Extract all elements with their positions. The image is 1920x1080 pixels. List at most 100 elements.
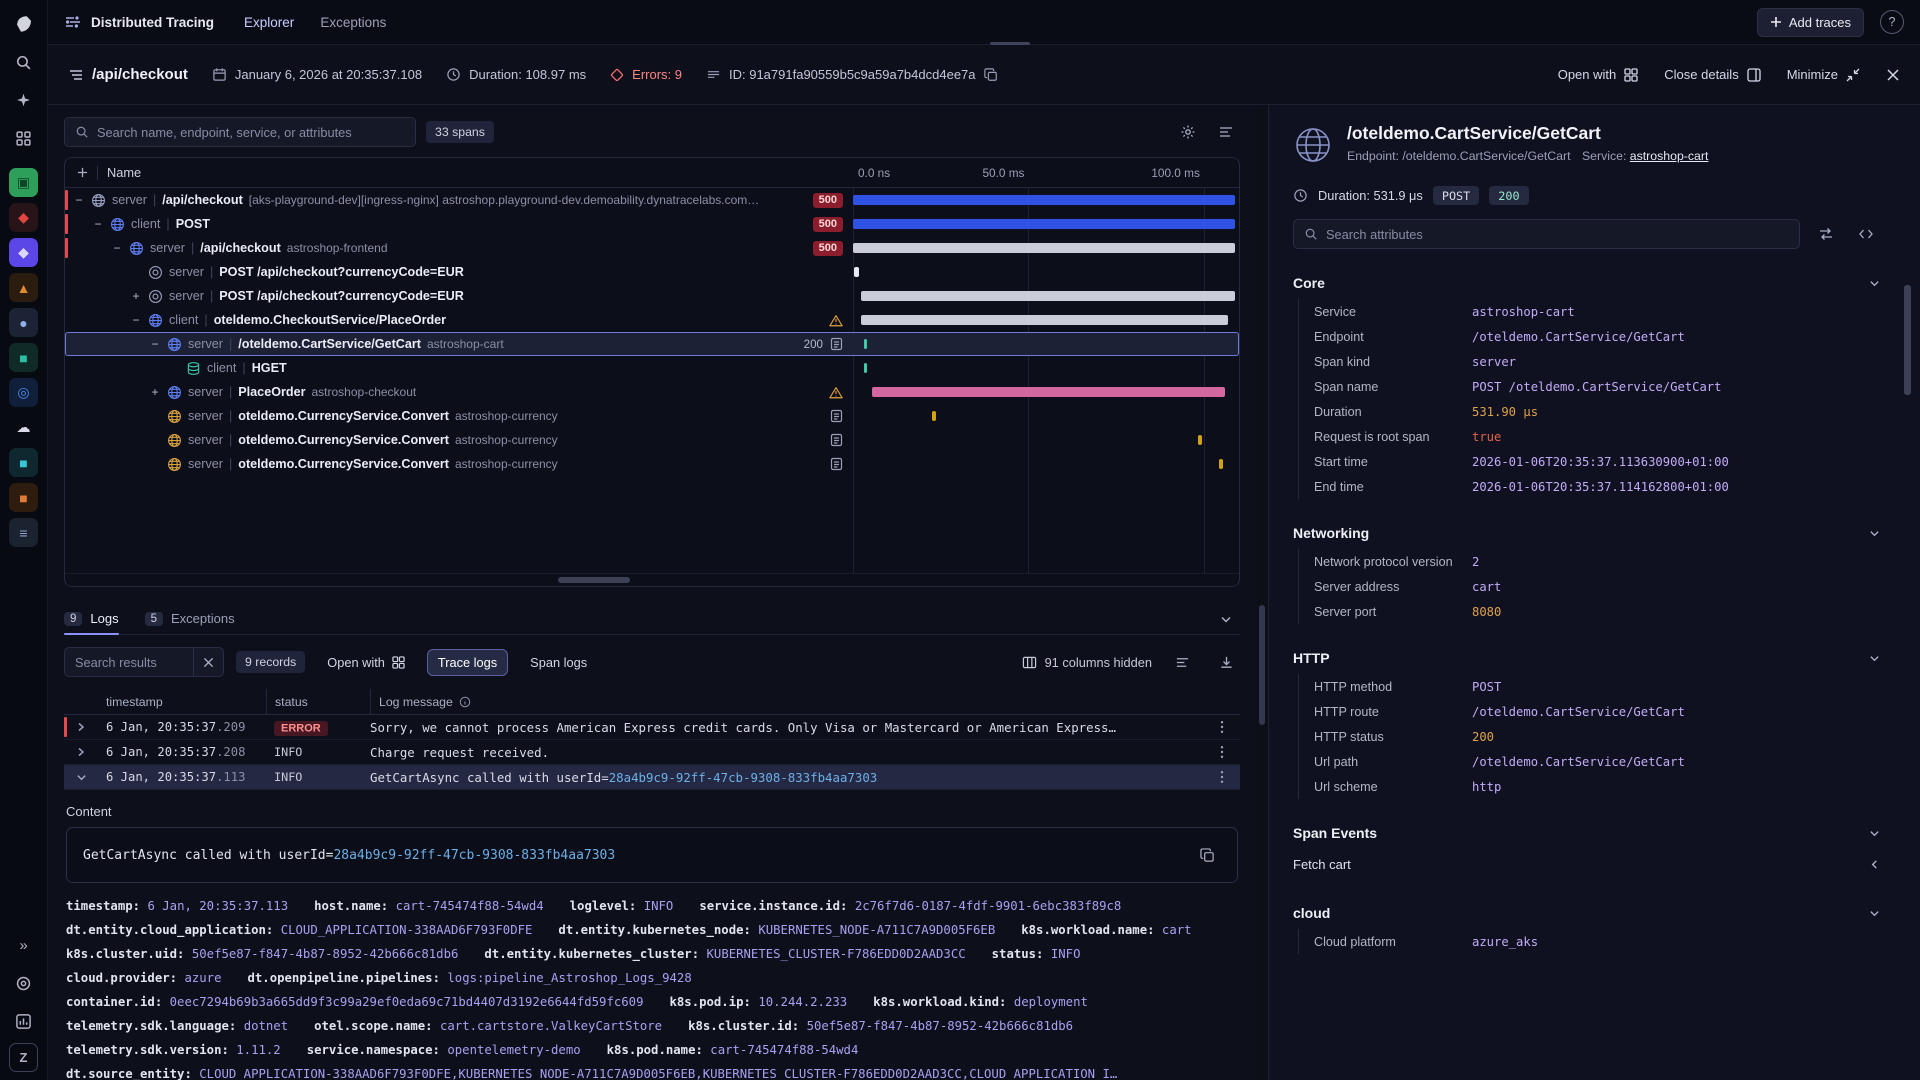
- section-header[interactable]: HTTP: [1293, 650, 1880, 666]
- logs-search-input[interactable]: [65, 648, 193, 676]
- section-header[interactable]: Networking: [1293, 525, 1880, 541]
- view-options-icon[interactable]: [1212, 118, 1240, 146]
- log-attribute[interactable]: dt.openpipeline.pipelines: logs:pipeline…: [248, 971, 692, 985]
- duration-bar[interactable]: [854, 267, 859, 277]
- discovery-app-icon[interactable]: ◎: [9, 378, 38, 407]
- span-row[interactable]: −client|oteldemo.CheckoutService/PlaceOr…: [65, 308, 1239, 332]
- scrollbar-thumb[interactable]: [558, 577, 630, 583]
- collapse-icon[interactable]: −: [111, 241, 123, 255]
- attribute-row[interactable]: HTTP route/oteldemo.CartService/GetCart: [1299, 699, 1880, 724]
- span-row[interactable]: −server|/api/checkoutastroshop-frontend5…: [65, 236, 1239, 260]
- duration-bar[interactable]: [861, 315, 1228, 325]
- section-header[interactable]: cloud: [1293, 905, 1880, 921]
- ai-sparkle-icon[interactable]: [8, 84, 40, 116]
- automations-icon[interactable]: [8, 967, 40, 999]
- kubernetes-app-icon[interactable]: ◆: [9, 238, 38, 267]
- duration-bar[interactable]: [932, 411, 936, 421]
- log-attribute[interactable]: dt.entity.cloud_application: CLOUD_APPLI…: [66, 923, 532, 937]
- log-attribute[interactable]: cloud.provider: azure: [66, 971, 222, 985]
- add-column-icon[interactable]: [77, 167, 88, 178]
- log-attribute[interactable]: k8s.cluster.id: 50ef5e87-f847-4b87-8952-…: [688, 1019, 1073, 1033]
- log-attribute[interactable]: host.name: cart-745474f88-54wd4: [314, 899, 544, 913]
- span-logs-toggle[interactable]: Span logs: [520, 650, 597, 675]
- span-row[interactable]: −server|/oteldemo.CartService/GetCartast…: [65, 332, 1239, 356]
- duration-bar[interactable]: [1219, 459, 1223, 469]
- panel-drag-handle[interactable]: [990, 42, 1030, 45]
- problems-app-icon[interactable]: ◆: [9, 203, 38, 232]
- close-details-button[interactable]: Close details: [1664, 67, 1760, 82]
- span-row[interactable]: +server|PlaceOrderastroshop-checkout: [65, 380, 1239, 404]
- help-button[interactable]: ?: [1880, 10, 1904, 34]
- download-icon[interactable]: [1212, 648, 1240, 676]
- workloads-app-icon[interactable]: ■: [9, 483, 38, 512]
- attribute-row[interactable]: HTTP methodPOST: [1299, 674, 1880, 699]
- duration-bar[interactable]: [872, 387, 1225, 397]
- duration-bar[interactable]: [853, 219, 1235, 229]
- search-icon[interactable]: [8, 46, 40, 78]
- columns-hidden-button[interactable]: 91 columns hidden: [1022, 655, 1152, 670]
- duration-bar[interactable]: [864, 339, 867, 349]
- trace-logs-toggle[interactable]: Trace logs: [427, 649, 508, 676]
- span-row[interactable]: −client|POST500: [65, 212, 1239, 236]
- attribute-row[interactable]: Duration531.90 μs: [1299, 399, 1880, 424]
- collapse-icon[interactable]: −: [149, 337, 161, 351]
- row-menu-icon[interactable]: [1204, 720, 1240, 734]
- chevron-down-icon[interactable]: [64, 772, 98, 783]
- row-density-icon[interactable]: [1168, 648, 1196, 676]
- span-event-item[interactable]: Fetch cart: [1293, 849, 1880, 879]
- attribute-row[interactable]: Serviceastroshop-cart: [1299, 299, 1880, 324]
- span-row[interactable]: server|oteldemo.CurrencyService.Converta…: [65, 428, 1239, 452]
- log-attribute[interactable]: dt.source_entity: CLOUD_APPLICATION-338A…: [66, 1067, 1117, 1080]
- attribute-search-input[interactable]: [1326, 227, 1789, 242]
- attribute-row[interactable]: Start time2026-01-06T20:35:37.113630900+…: [1299, 449, 1880, 474]
- collapse-logs-chevron-icon[interactable]: [1212, 605, 1240, 633]
- close-panel-button[interactable]: [1886, 68, 1900, 82]
- span-search-input[interactable]: [97, 125, 405, 140]
- collapse-icon[interactable]: −: [92, 217, 104, 231]
- log-file-icon[interactable]: [830, 337, 843, 351]
- log-row[interactable]: 6 Jan, 20:35:37.208INFOCharge request re…: [64, 740, 1240, 765]
- compare-arrows-icon[interactable]: [1812, 220, 1840, 248]
- attribute-row[interactable]: Network protocol version2: [1299, 549, 1880, 574]
- details-scrollbar[interactable]: [1904, 165, 1911, 1070]
- zenith-app-icon[interactable]: Z: [9, 1043, 38, 1072]
- scrollbar-thumb[interactable]: [1259, 605, 1265, 725]
- attribute-row[interactable]: Cloud platformazure_aks: [1299, 929, 1880, 954]
- log-attribute[interactable]: otel.scope.name: cart.cartstore.ValkeyCa…: [314, 1019, 662, 1033]
- span-row[interactable]: −server|/api/checkout[aks-playground-dev…: [65, 188, 1239, 212]
- attribute-row[interactable]: Url path/oteldemo.CartService/GetCart: [1299, 749, 1880, 774]
- settings-gear-icon[interactable]: [1174, 118, 1202, 146]
- log-row[interactable]: 6 Jan, 20:35:37.113INFOGetCartAsync call…: [64, 765, 1240, 790]
- log-attribute[interactable]: loglevel: INFO: [570, 899, 674, 913]
- code-view-icon[interactable]: [1852, 220, 1880, 248]
- row-menu-icon[interactable]: [1204, 745, 1240, 759]
- log-attribute[interactable]: timestamp: 6 Jan, 20:35:37.113: [66, 899, 288, 913]
- service-link[interactable]: astroshop-cart: [1630, 149, 1709, 163]
- attribute-row[interactable]: Request is root spantrue: [1299, 424, 1880, 449]
- extensions-app-icon[interactable]: ≡: [9, 518, 38, 547]
- attribute-row[interactable]: Server addresscart: [1299, 574, 1880, 599]
- duration-bar[interactable]: [853, 243, 1235, 253]
- log-attribute[interactable]: telemetry.sdk.version: 1.11.2: [66, 1043, 281, 1057]
- attribute-row[interactable]: Url schemehttp: [1299, 774, 1880, 799]
- duration-bar[interactable]: [1198, 435, 1202, 445]
- chevron-right-icon[interactable]: [64, 722, 98, 732]
- log-attribute[interactable]: status: INFO: [992, 947, 1081, 961]
- log-attribute[interactable]: k8s.pod.name: cart-745474f88-54wd4: [607, 1043, 859, 1057]
- containers-app-icon[interactable]: ■: [9, 448, 38, 477]
- horizontal-scrollbar[interactable]: [65, 573, 1239, 586]
- log-attribute[interactable]: container.id: 0eec7294b69b3a665dd9f3c99a…: [66, 995, 643, 1009]
- log-attribute[interactable]: telemetry.sdk.language: dotnet: [66, 1019, 288, 1033]
- location-app-icon[interactable]: ●: [9, 308, 38, 337]
- row-menu-icon[interactable]: [1204, 770, 1240, 784]
- span-row[interactable]: server|oteldemo.CurrencyService.Converta…: [65, 404, 1239, 428]
- log-attribute[interactable]: dt.entity.kubernetes_node: KUBERNETES_NO…: [558, 923, 995, 937]
- span-row[interactable]: client|HGET: [65, 356, 1239, 380]
- span-row[interactable]: +server|POST /api/checkout?currencyCode=…: [65, 284, 1239, 308]
- copy-content-icon[interactable]: [1193, 841, 1221, 869]
- services-app-icon[interactable]: ■: [9, 343, 38, 372]
- tab-explorer[interactable]: Explorer: [244, 15, 294, 30]
- log-attribute[interactable]: k8s.workload.kind: deployment: [873, 995, 1088, 1009]
- dynatrace-logo-icon[interactable]: [8, 8, 40, 40]
- dashboards-icon[interactable]: [8, 1005, 40, 1037]
